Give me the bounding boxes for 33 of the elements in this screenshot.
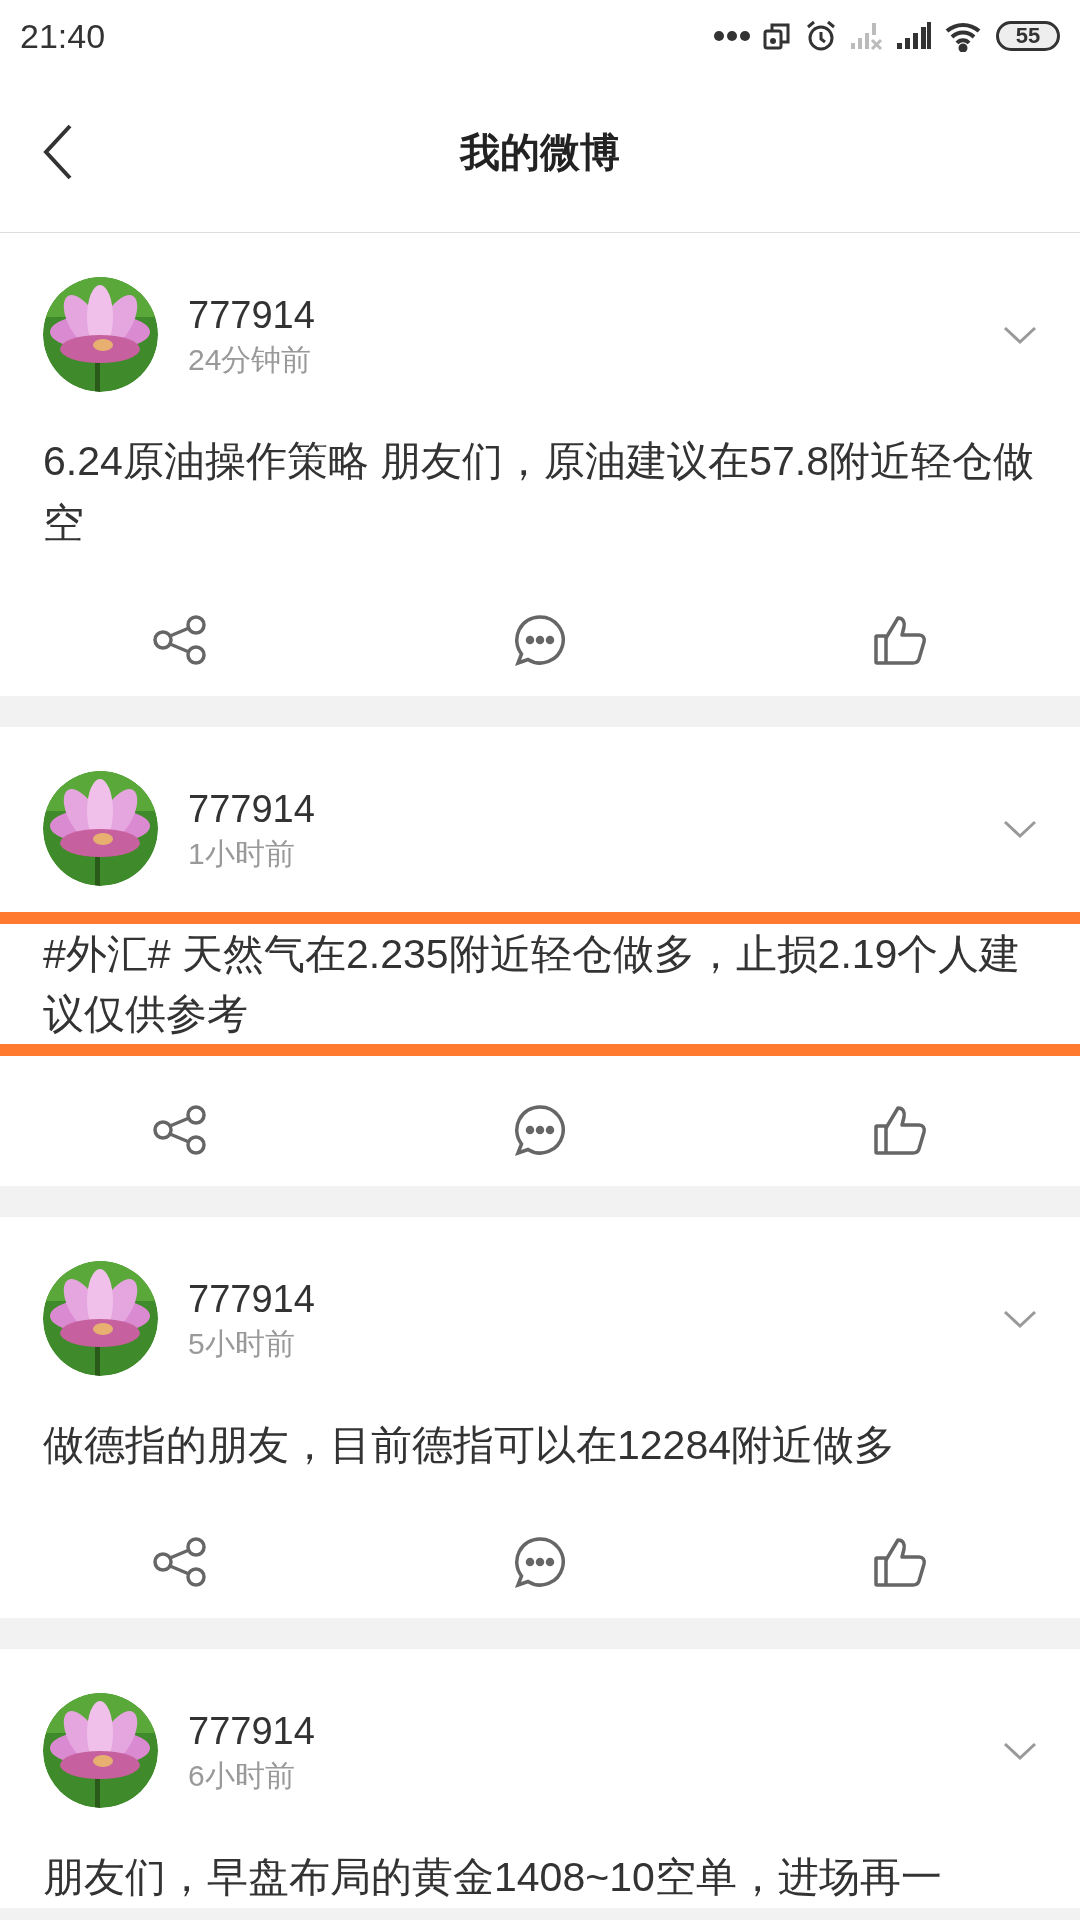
more-dots-icon [714, 30, 750, 42]
thumbs-up-icon[interactable] [873, 1104, 927, 1156]
share-icon[interactable] [152, 1537, 208, 1587]
comment-icon[interactable] [513, 613, 567, 667]
post-time: 6小时前 [188, 1757, 296, 1794]
post-time: 5小时前 [188, 1325, 296, 1362]
alarm-icon [804, 19, 838, 53]
thumbs-up-icon[interactable] [873, 614, 927, 666]
post-text: #外汇# 天然气在2.235附近轻仓做多，止损2.19个人建议仅供参考 [0, 912, 1080, 1056]
user-name[interactable]: 777914 [188, 1273, 1000, 1324]
chevron-down-icon[interactable] [1003, 1308, 1037, 1329]
status-time: 21:40 [20, 15, 106, 57]
user-name[interactable]: 777914 [188, 1705, 1000, 1756]
comment-icon[interactable] [513, 1535, 567, 1589]
post-text: 6.24原油操作策略 朋友们，原油建议在57.8附近轻仓做空 [42, 437, 1035, 548]
chevron-down-icon[interactable] [1003, 324, 1037, 345]
comment-icon[interactable] [513, 1103, 567, 1157]
user-name[interactable]: 777914 [188, 289, 1000, 340]
signal-off-icon [850, 21, 884, 51]
share-icon[interactable] [152, 1105, 208, 1155]
screen-icon [762, 21, 792, 51]
page-title: 我的微博 [460, 129, 620, 176]
chevron-down-icon[interactable] [1003, 1740, 1037, 1761]
battery-indicator: 55 [996, 21, 1060, 51]
user-name[interactable]: 777914 [188, 783, 1000, 834]
chevron-down-icon[interactable] [1003, 818, 1037, 839]
share-icon[interactable] [152, 615, 208, 665]
post-time: 1小时前 [188, 835, 296, 872]
signal-icon [896, 21, 932, 51]
thumbs-up-icon[interactable] [873, 1536, 927, 1588]
post-text: 做德指的朋友，目前德指可以在12284附近做多 [42, 1421, 896, 1470]
post-text: 朋友们，早盘布局的黄金1408~10空单，进场再一 [42, 1853, 943, 1902]
post-time: 24分钟前 [188, 341, 313, 378]
